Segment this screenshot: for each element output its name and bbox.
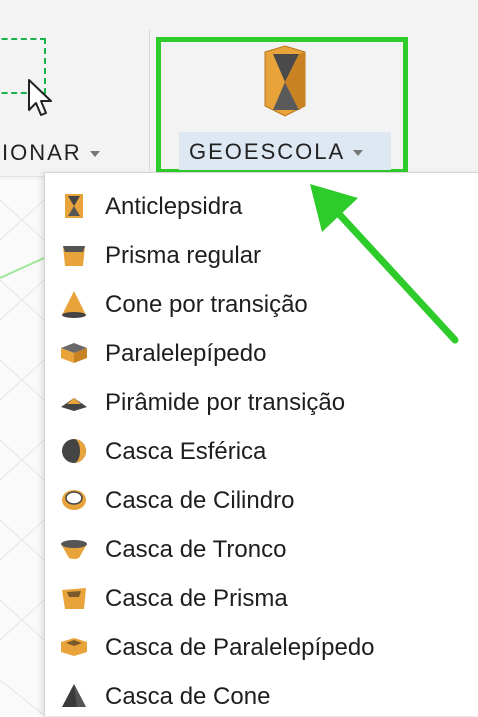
menu-item-casca-paralelepipedo[interactable]: Casca de Paralelepípedo	[45, 624, 478, 668]
selecionar-group[interactable]: IONAR	[0, 0, 150, 180]
piramide-icon	[61, 398, 87, 411]
casca-cone-icon	[62, 684, 86, 707]
menu-item-casca-prisma[interactable]: Casca de Prisma	[45, 575, 478, 619]
menu-item-label: Casca Esférica	[105, 438, 267, 465]
paralelepipedo-icon	[61, 343, 87, 363]
anticlepsidra-large-icon	[264, 45, 306, 117]
cone-icon	[62, 291, 86, 318]
geoescola-label[interactable]: GEOESCOLA	[189, 139, 364, 165]
menu-item-label: Casca de Cone	[105, 683, 271, 710]
annotation-arrow-icon	[310, 184, 459, 344]
chevron-down-icon	[89, 151, 100, 158]
menu-item-casca-cilindro[interactable]: Casca de Cilindro	[45, 477, 478, 521]
toolbar-divider	[149, 30, 150, 170]
menu-item-casca-tronco[interactable]: Casca de Tronco	[45, 526, 478, 570]
menu-item-label: Casca de Prisma	[105, 585, 288, 612]
menu-item-label: Pirâmide por transição	[105, 389, 346, 416]
menu-item-casca-cone[interactable]: Casca de Cone	[45, 673, 478, 717]
casca-esferica-icon	[62, 439, 86, 463]
menu-item-label: Casca de Cilindro	[105, 487, 295, 514]
casca-tronco-icon	[61, 540, 87, 559]
menu-item-label: Cone por transição	[105, 291, 308, 318]
menu-item-label: Casca de Tronco	[105, 536, 287, 563]
casca-prisma-icon	[62, 588, 86, 609]
menu-item-label: Prisma regular	[105, 242, 262, 269]
toolbar: IONAR GEOESCOLA	[0, 0, 478, 180]
selecionar-label[interactable]: IONAR	[2, 140, 100, 166]
casca-cilindro-icon	[62, 490, 86, 510]
menu-item-casca-esferica[interactable]: Casca Esférica	[45, 428, 478, 472]
chevron-down-icon	[353, 150, 364, 157]
menu-item-label: Casca de Paralelepípedo	[105, 634, 375, 661]
casca-paralelepipedo-icon	[61, 638, 87, 656]
menu-item-label: Anticlepsidra	[105, 193, 243, 220]
menu-item-label: Paralelepípedo	[105, 340, 267, 367]
canvas-edge	[0, 180, 44, 715]
anticlepsidra-icon	[65, 194, 83, 218]
menu-item-piramide[interactable]: Pirâmide por transição	[45, 379, 478, 423]
cursor-icon	[28, 79, 52, 116]
geoescola-highlight: GEOESCOLA	[156, 37, 408, 174]
prisma-regular-icon	[63, 246, 85, 266]
